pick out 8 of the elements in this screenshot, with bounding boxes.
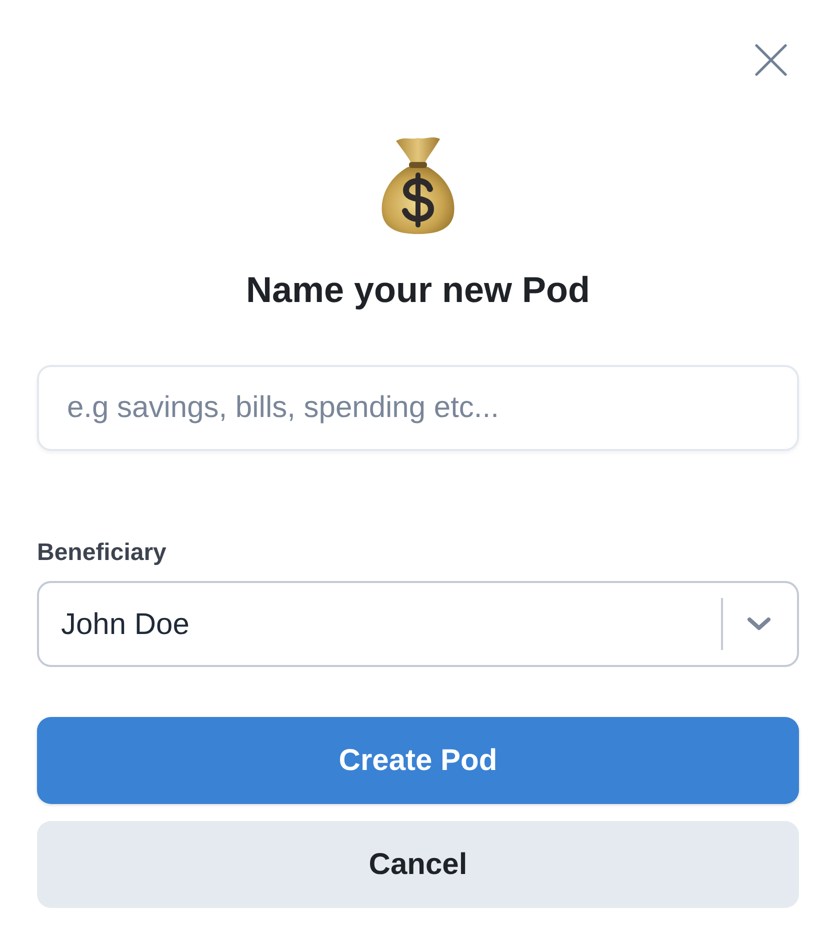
beneficiary-label: Beneficiary [37, 538, 166, 568]
chevron-down-icon [747, 617, 771, 631]
dialog-title: Name your new Pod [246, 268, 590, 312]
beneficiary-select[interactable]: John Doe [37, 581, 799, 667]
close-icon [755, 44, 787, 76]
pod-name-field[interactable]: e.g savings, bills, spending etc... [37, 365, 799, 451]
create-button[interactable]: Create Pod [37, 717, 799, 804]
cancel-button[interactable]: Cancel [37, 821, 799, 908]
